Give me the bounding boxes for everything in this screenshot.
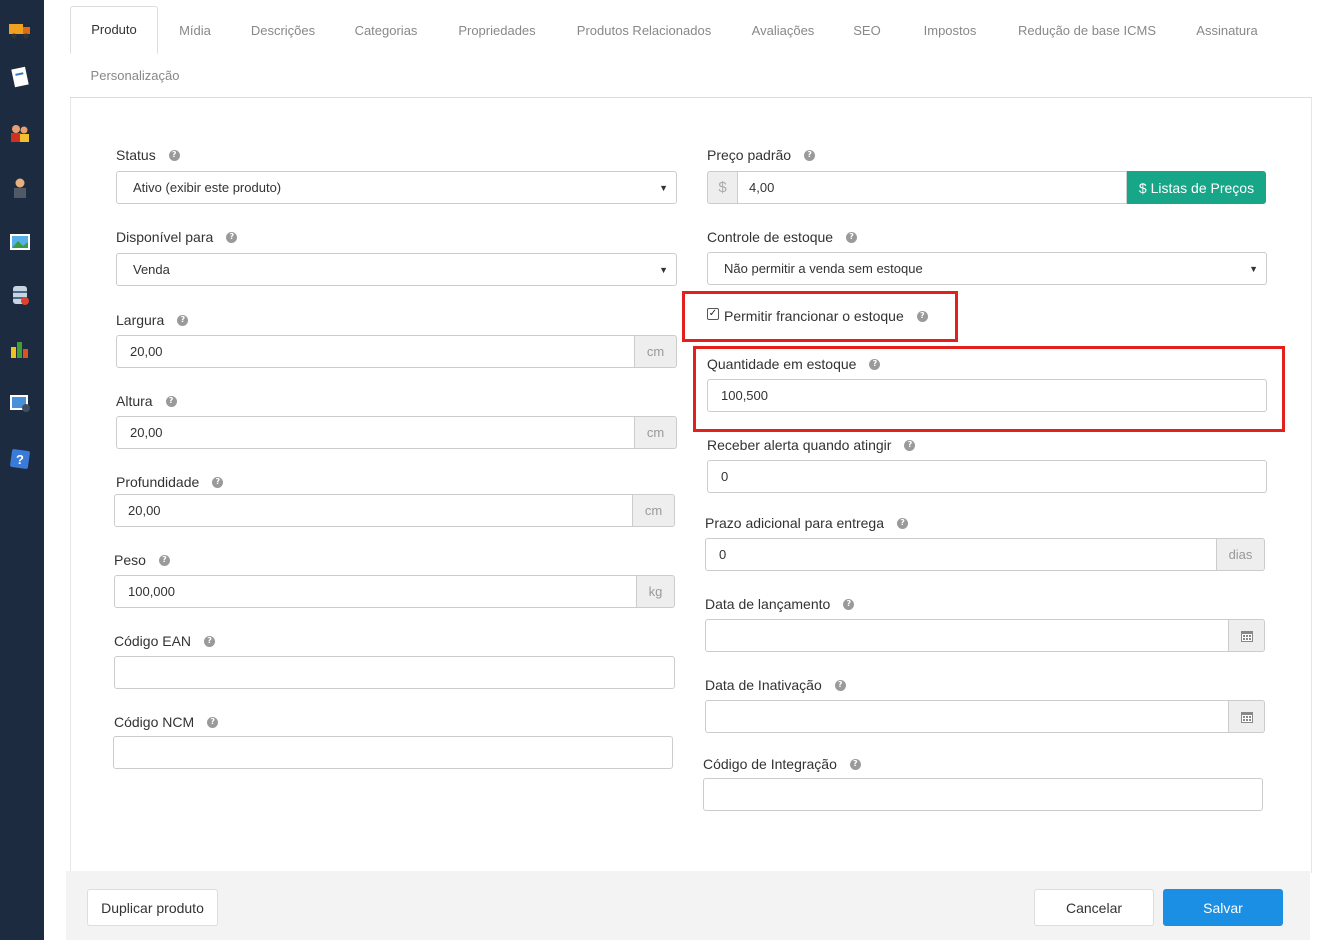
tab-produtos-relacionados[interactable]: Produtos Relacionados [566,8,722,54]
help-icon[interactable]: ? [212,476,224,488]
note-icon[interactable] [7,64,33,90]
help-icon[interactable]: ? [849,758,861,770]
tab-descricoes[interactable]: Descrições [238,8,328,54]
caret-down-icon: ▼ [659,182,668,193]
prazo-input[interactable]: 0 [705,538,1217,571]
user-icon[interactable] [7,175,33,201]
help-icon[interactable]: ? [843,598,855,610]
help-icon[interactable]: ? [846,231,858,243]
tab-categorias[interactable]: Categorias [344,8,428,54]
tab-seo[interactable]: SEO [842,8,892,54]
help-icon[interactable]: ? [834,679,846,691]
preco-label: Preço padrão? [707,146,816,164]
help-icon[interactable]: ? [165,395,177,407]
fracionar-label[interactable]: Permitir francionar o estoque? [724,307,928,325]
ncm-input[interactable] [113,736,673,769]
save-button[interactable]: Salvar [1163,889,1283,926]
prazo-unit: dias [1217,538,1265,571]
currency-addon: $ [707,171,737,204]
help-icon[interactable]: ? [916,310,928,322]
integracao-label: Código de Integração? [703,755,861,773]
largura-input[interactable]: 20,00 [116,335,635,368]
help-icon[interactable]: ? [897,517,909,529]
preco-input[interactable]: 4,00 [737,171,1127,204]
photo-settings-icon[interactable] [7,390,33,416]
tab-produto[interactable]: Produto [70,6,158,54]
tab-midia[interactable]: Mídia [164,8,226,54]
prazo-label: Prazo adicional para entrega? [705,514,909,532]
peso-input[interactable]: 100,000 [114,575,637,608]
status-select[interactable]: Ativo (exibir este produto) ▼ [116,171,677,204]
quantidade-label: Quantidade em estoque? [707,355,881,373]
truck-icon[interactable] [7,17,33,43]
tab-avaliacoes[interactable]: Avaliações [742,8,824,54]
image-icon[interactable] [7,229,33,255]
help-icon[interactable]: ? [804,149,816,161]
ncm-label: Código NCM? [114,713,219,731]
ean-label: Código EAN? [114,632,216,650]
bar-chart-icon[interactable] [7,336,33,362]
help-icon[interactable]: ? [904,439,916,451]
listas-de-precos-button[interactable]: $ Listas de Preços [1127,171,1266,204]
integracao-input[interactable] [703,778,1263,811]
disponivel-label: Disponível para? [116,228,238,246]
inativacao-input[interactable] [705,700,1229,733]
help-icon[interactable]: ? [158,554,170,566]
status-label: Status? [116,146,180,164]
altura-label: Altura? [116,392,177,410]
disponivel-select[interactable]: Venda ▼ [116,253,677,286]
caret-down-icon: ▼ [659,264,668,275]
fracionar-checkbox[interactable]: ✓ [707,308,719,320]
controle-select[interactable]: Não permitir a venda sem estoque ▼ [707,252,1267,285]
caret-down-icon: ▼ [1249,263,1258,274]
help-icon[interactable]: ? [869,358,881,370]
users-icon[interactable] [7,120,33,146]
help-icon[interactable]: ? [168,149,180,161]
peso-label: Peso? [114,551,170,569]
help-icon[interactable]: ? [226,231,238,243]
lancamento-input[interactable] [705,619,1229,652]
tab-personalizacao[interactable]: Personalização [78,53,192,99]
controle-label: Controle de estoque? [707,228,858,246]
tab-bar: Produto Mídia Descrições Categorias Prop… [70,0,1312,98]
sidebar: ? [0,0,44,940]
lancamento-label: Data de lançamento? [705,595,855,613]
tab-propriedades[interactable]: Propriedades [448,8,546,54]
cancel-button[interactable]: Cancelar [1034,889,1154,926]
alerta-label: Receber alerta quando atingir? [707,436,916,454]
svg-text:?: ? [16,452,24,467]
tab-assinatura[interactable]: Assinatura [1184,8,1270,54]
peso-unit: kg [637,575,675,608]
inativacao-label: Data de Inativação? [705,676,846,694]
largura-label: Largura? [116,311,189,329]
profundidade-label: Profundidade? [116,473,224,491]
help-icon[interactable]: ? [7,446,33,472]
calendar-icon[interactable] [1229,619,1265,652]
ean-input[interactable] [114,656,675,689]
tab-reducao-icms[interactable]: Redução de base ICMS [1008,8,1166,54]
calendar-icon[interactable] [1229,700,1265,733]
profundidade-input[interactable]: 20,00 [114,494,633,527]
altura-unit: cm [635,416,677,449]
help-icon[interactable]: ? [207,716,219,728]
quantidade-input[interactable]: 100,500 [707,379,1267,412]
tab-impostos[interactable]: Impostos [910,8,990,54]
duplicate-button[interactable]: Duplicar produto [87,889,218,926]
help-icon[interactable]: ? [204,635,216,647]
database-icon[interactable] [7,282,33,308]
profundidade-unit: cm [633,494,675,527]
altura-input[interactable]: 20,00 [116,416,635,449]
largura-unit: cm [635,335,677,368]
alerta-input[interactable]: 0 [707,460,1267,493]
help-icon[interactable]: ? [177,314,189,326]
